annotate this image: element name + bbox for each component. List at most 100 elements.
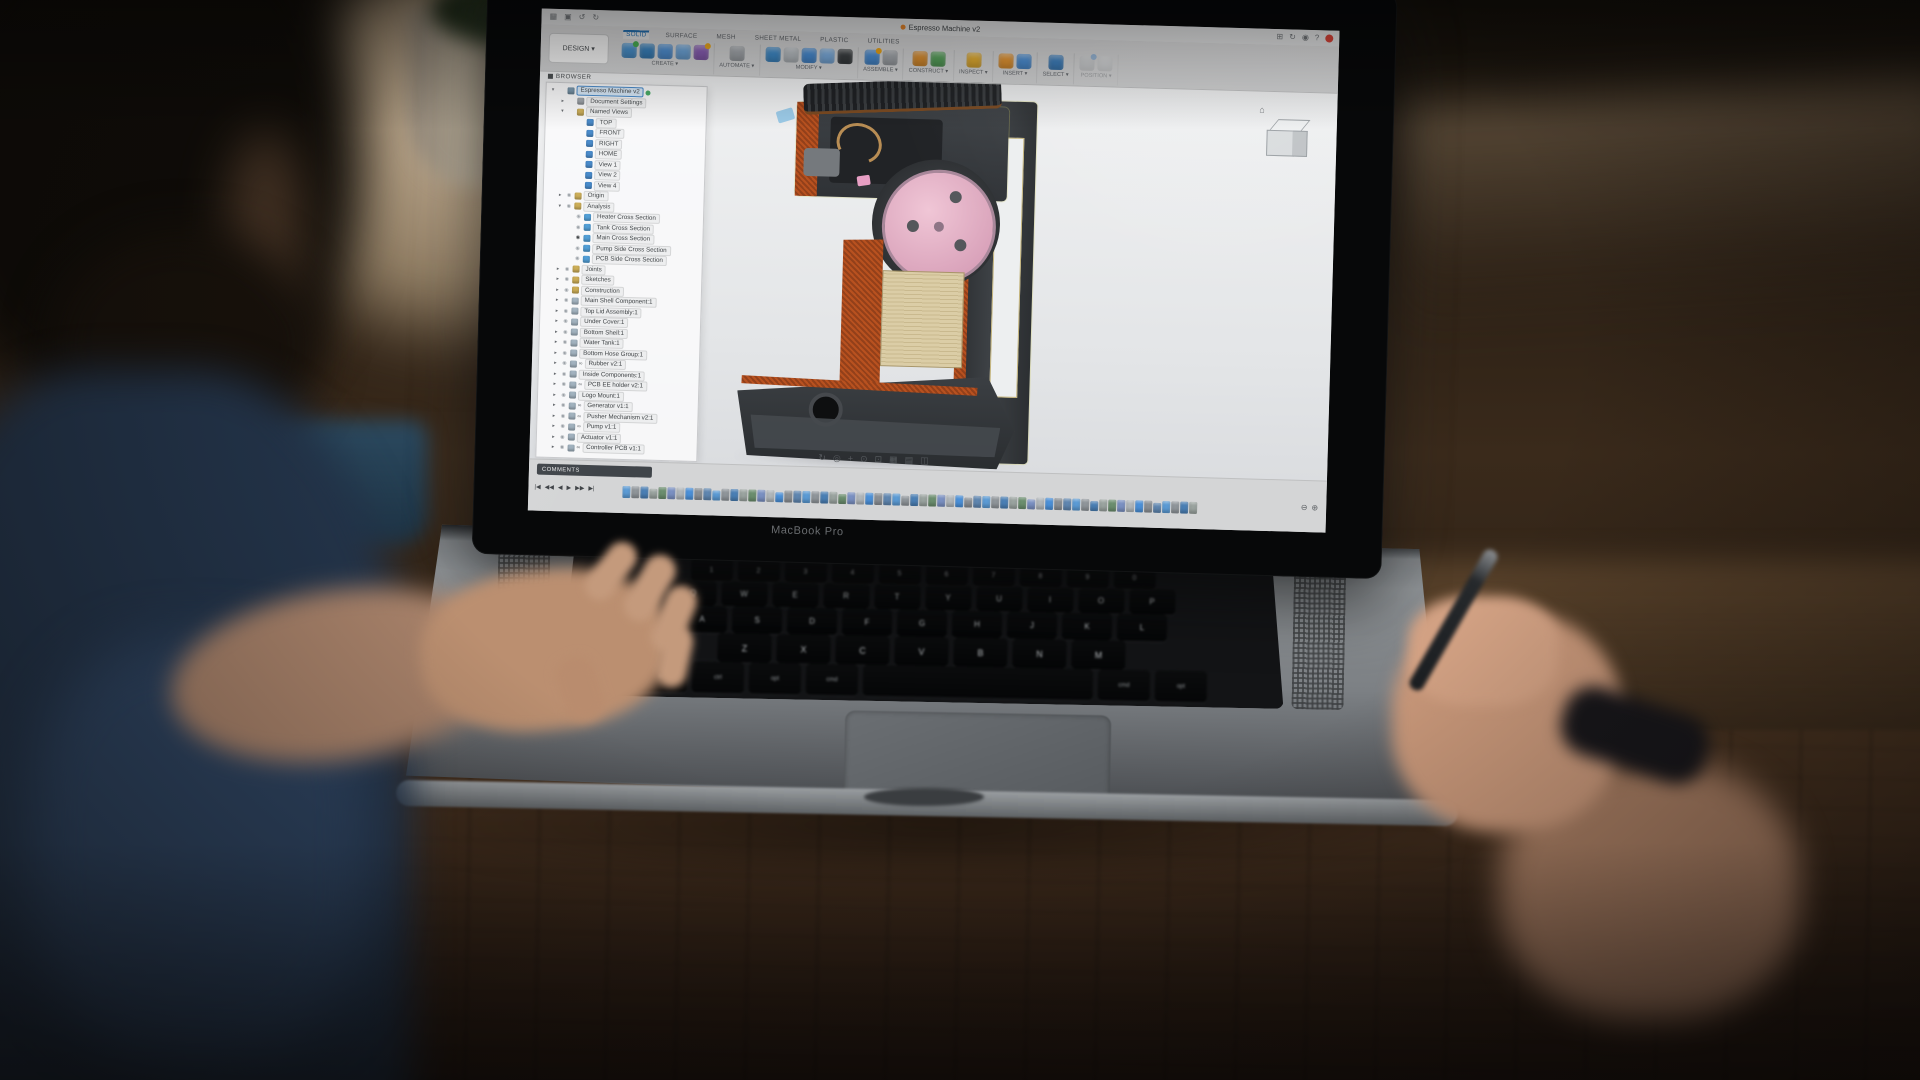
visibility-eye-icon[interactable]: ◉ [561,360,568,366]
profile-avatar[interactable] [1325,34,1333,42]
visibility-eye-icon[interactable]: ◉ [575,214,582,220]
timeline-feature[interactable] [1045,498,1053,510]
key-w[interactable]: W [721,581,767,607]
visibility-eye-icon[interactable]: ◉ [562,318,569,324]
tree-caret-icon[interactable]: ▸ [552,339,559,345]
timeline-feature[interactable] [685,488,693,500]
key-j[interactable]: J [1007,612,1058,640]
timeline-feature[interactable] [649,489,657,499]
visibility-eye-icon[interactable]: ◉ [575,224,582,230]
playback-control-5[interactable]: ▶| [588,485,594,492]
timeline-feature[interactable] [829,492,837,504]
timeline-feature[interactable] [1000,497,1008,509]
key-t[interactable]: T [874,584,920,610]
combine-icon[interactable] [801,47,816,62]
press-pull-icon[interactable] [765,46,780,61]
key-d[interactable]: D [787,607,838,635]
tree-caret-icon[interactable]: ▾ [556,203,563,209]
playback-control-1[interactable]: ◀◀ [545,484,554,491]
timeline-zoom-out-icon[interactable]: ⊖ [1301,503,1308,512]
notifications-icon[interactable]: ◉ [1302,34,1309,42]
extensions-icon[interactable]: ⊞ [1276,33,1283,41]
tree-caret-icon[interactable]: ▸ [559,98,566,104]
timeline-feature[interactable] [658,487,666,499]
tab-sheet-metal[interactable]: SHEET METAL [752,33,805,43]
tab-mesh[interactable]: MESH [713,32,739,42]
tree-caret-icon[interactable]: ▸ [550,434,557,440]
save-icon[interactable]: ▣ [564,13,572,21]
display-settings-icon[interactable]: ▦ [889,455,898,464]
visibility-eye-icon[interactable]: ◉ [559,434,566,440]
tree-caret-icon[interactable]: ▸ [553,308,560,314]
key-o[interactable]: O [1078,588,1124,614]
key-c[interactable]: C [835,635,890,665]
tree-caret-icon[interactable]: ▸ [551,381,558,387]
timeline-feature[interactable] [1117,500,1125,512]
playback-control-4[interactable]: ▶▶ [575,485,584,492]
timeline-feature[interactable] [757,490,765,502]
timeline-feature[interactable] [937,495,945,507]
tree-caret-icon[interactable]: ▸ [554,276,561,282]
group-label-assemble[interactable]: ASSEMBLE ▾ [863,67,898,74]
help-icon[interactable]: ? [1315,34,1320,42]
redo-icon[interactable]: ↻ [592,14,599,22]
timeline-feature[interactable] [982,496,990,508]
timeline-feature[interactable] [973,496,981,508]
tree-caret-icon[interactable]: ▾ [559,108,566,114]
key-z[interactable]: Z [717,633,772,663]
measure-icon[interactable] [966,52,981,67]
timeline-feature[interactable] [631,486,639,498]
timeline-feature[interactable] [1126,500,1134,512]
capture-position-icon[interactable] [1080,55,1095,70]
timeline-feature[interactable] [1153,503,1161,513]
timeline-feature[interactable] [928,495,936,507]
tree-caret-icon[interactable]: ▸ [552,350,559,356]
orbit-icon[interactable]: ↻ [818,453,826,462]
timeline-feature[interactable] [1180,502,1188,514]
key-space[interactable] [863,665,1094,700]
timeline-feature[interactable] [1099,499,1107,511]
new-component-icon[interactable] [864,49,879,64]
create-form-icon[interactable] [693,44,708,59]
timeline-feature[interactable] [901,496,909,506]
viewcube[interactable]: ⌂ [1262,117,1319,165]
group-label-select[interactable]: SELECT ▾ [1042,72,1068,79]
workspace-selector[interactable]: DESIGN ▾ [548,33,609,65]
timeline-zoom-in-icon[interactable]: ⊕ [1311,503,1318,512]
timeline-feature[interactable] [1036,498,1044,510]
timeline-feature[interactable] [1108,500,1116,512]
insert-canvas-icon[interactable] [1017,53,1032,68]
visibility-eye-icon[interactable]: ◉ [562,329,569,335]
tab-surface[interactable]: SURFACE [662,31,700,41]
comments-panel[interactable]: COMMENTS [537,464,652,478]
zoom-icon[interactable]: ⊙ [860,455,868,464]
timeline-feature[interactable] [1090,501,1098,511]
tab-solid[interactable]: SOLID [623,30,650,40]
visibility-eye-icon[interactable]: ◉ [559,444,566,450]
timeline-feature[interactable] [667,487,675,499]
timeline-feature[interactable] [820,491,828,503]
tab-utilities[interactable]: UTILITIES [864,37,902,47]
tree-caret-icon[interactable]: ▸ [550,423,557,429]
undo-icon[interactable]: ↺ [579,14,586,22]
playback-control-3[interactable]: ▶ [566,484,571,491]
key-r[interactable]: R [823,583,869,609]
timeline-feature[interactable] [739,489,747,501]
timeline-feature[interactable] [847,492,855,504]
timeline-feature[interactable] [694,488,702,500]
group-label-create[interactable]: CREATE ▾ [651,61,678,68]
timeline-feature[interactable] [1018,497,1026,509]
visibility-eye-icon[interactable]: ◉ [561,350,568,356]
tree-caret-icon[interactable]: ▾ [549,87,556,93]
joint-icon[interactable] [882,50,897,65]
visibility-eye-icon[interactable]: ◉ [574,245,581,251]
move-copy-icon[interactable] [837,48,852,63]
timeline-feature[interactable] [748,489,756,501]
timeline-feature[interactable] [838,494,846,504]
group-label-insert[interactable]: INSERT ▾ [1003,70,1028,77]
timeline-feature[interactable] [622,486,630,498]
timeline-feature[interactable] [991,496,999,508]
visibility-eye-icon[interactable]: ◉ [563,287,570,293]
timeline-feature[interactable] [1171,501,1179,513]
timeline-feature[interactable] [721,489,729,501]
